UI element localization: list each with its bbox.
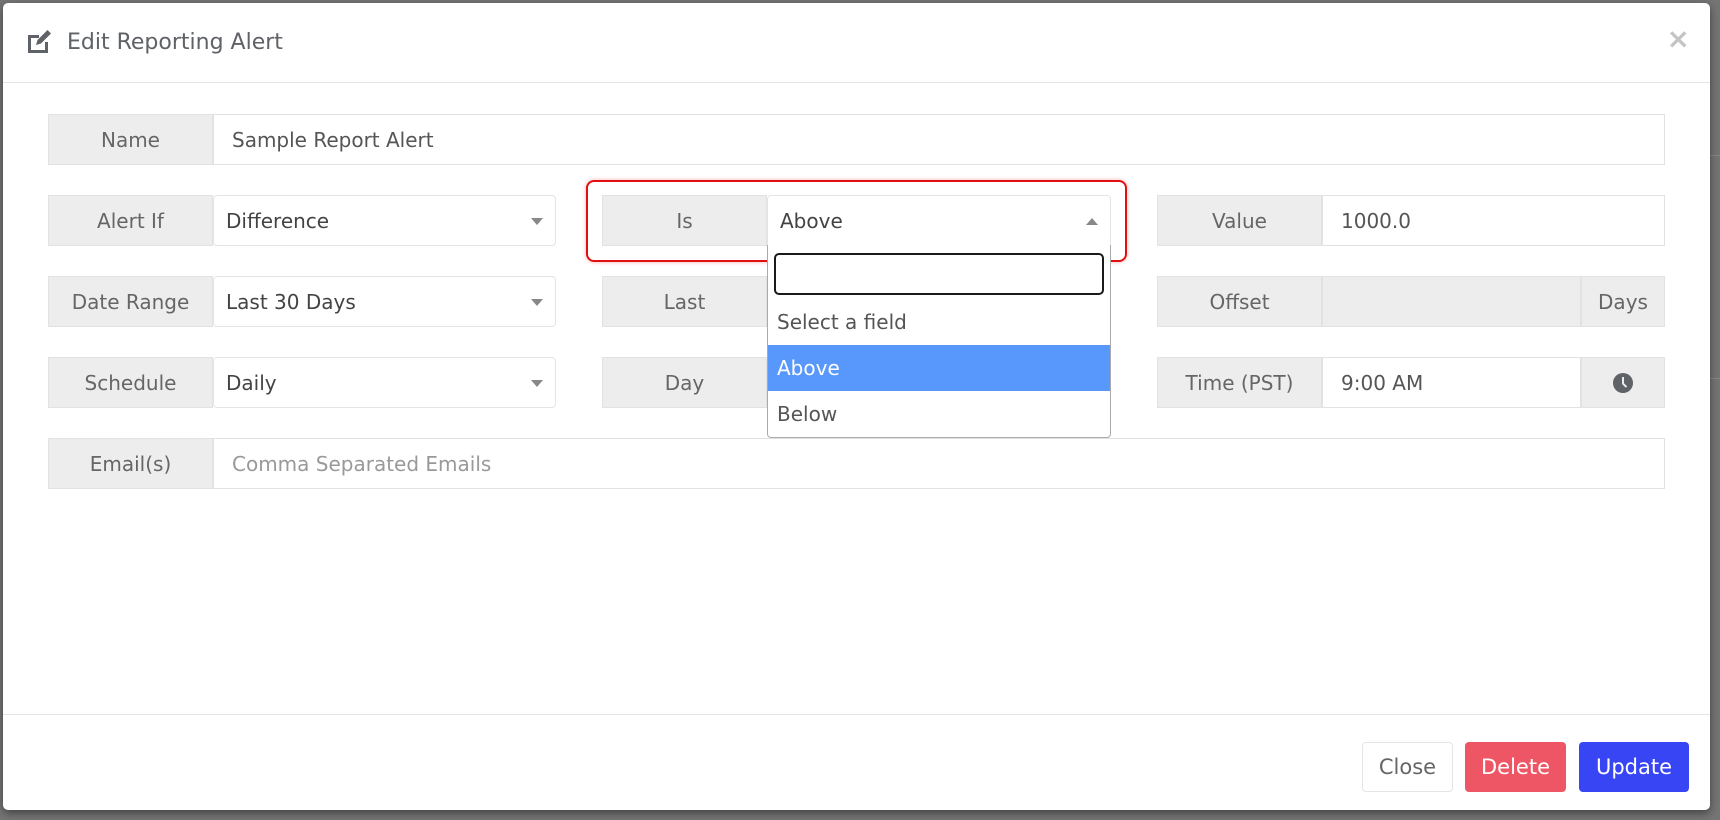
- dropdown-search-input[interactable]: [774, 253, 1104, 295]
- date-range-label: Date Range: [48, 276, 213, 327]
- time-label: Time (PST): [1157, 357, 1322, 408]
- modal-title: Edit Reporting Alert: [25, 29, 283, 55]
- day-row: Day: [602, 357, 767, 408]
- schedule-row: Schedule Daily: [48, 357, 556, 408]
- offset-row: Offset Days: [1157, 276, 1665, 327]
- is-value: Above: [780, 208, 843, 233]
- schedule-label: Schedule: [48, 357, 213, 408]
- dropdown-option-below[interactable]: Below: [768, 391, 1110, 437]
- value-input[interactable]: 1000.0: [1322, 195, 1665, 246]
- day-label: Day: [602, 357, 767, 408]
- value-row: Value 1000.0: [1157, 195, 1665, 246]
- chevron-up-icon: [1086, 218, 1098, 225]
- update-button[interactable]: Update: [1579, 742, 1689, 792]
- offset-input[interactable]: [1322, 276, 1581, 327]
- date-range-value: Last 30 Days: [226, 289, 356, 314]
- clock-icon: [1613, 372, 1633, 393]
- chevron-down-icon: [531, 218, 543, 225]
- time-input[interactable]: 9:00 AM: [1322, 357, 1581, 408]
- modal-header: Edit Reporting Alert ×: [3, 3, 1710, 83]
- is-select[interactable]: Above: [767, 195, 1111, 246]
- emails-row: Email(s) Comma Separated Emails: [48, 438, 1665, 489]
- alert-if-value: Difference: [226, 208, 330, 233]
- modal-footer: Close Delete Update: [3, 714, 1710, 810]
- date-range-select[interactable]: Last 30 Days: [213, 276, 556, 327]
- time-row: Time (PST) 9:00 AM: [1157, 357, 1665, 408]
- value-label: Value: [1157, 195, 1322, 246]
- close-icon[interactable]: ×: [1667, 25, 1690, 53]
- name-label: Name: [48, 114, 213, 165]
- emails-label: Email(s): [48, 438, 213, 489]
- modal-title-text: Edit Reporting Alert: [67, 29, 283, 55]
- offset-label: Offset: [1157, 276, 1322, 327]
- emails-input[interactable]: Comma Separated Emails: [213, 438, 1665, 489]
- name-input[interactable]: Sample Report Alert: [213, 114, 1665, 165]
- is-row: Is Above: [602, 195, 1111, 246]
- time-picker-button[interactable]: [1581, 357, 1665, 408]
- chevron-down-icon: [531, 299, 543, 306]
- alert-if-row: Alert If Difference: [48, 195, 556, 246]
- close-button[interactable]: Close: [1362, 742, 1453, 792]
- schedule-value: Daily: [226, 370, 277, 395]
- date-range-row: Date Range Last 30 Days: [48, 276, 556, 327]
- edit-icon: [28, 30, 51, 53]
- chevron-down-icon: [531, 380, 543, 387]
- offset-suffix: Days: [1581, 276, 1665, 327]
- is-label: Is: [602, 195, 767, 246]
- last-row: Last: [602, 276, 767, 327]
- dropdown-option-above[interactable]: Above: [768, 345, 1110, 391]
- delete-button[interactable]: Delete: [1465, 742, 1566, 792]
- alert-if-label: Alert If: [48, 195, 213, 246]
- dropdown-option-select-a-field[interactable]: Select a field: [768, 299, 1110, 345]
- alert-if-select[interactable]: Difference: [213, 195, 556, 246]
- schedule-select[interactable]: Daily: [213, 357, 556, 408]
- is-dropdown: Select a field Above Below: [767, 245, 1111, 438]
- name-row: Name Sample Report Alert: [48, 114, 1665, 165]
- last-label: Last: [602, 276, 767, 327]
